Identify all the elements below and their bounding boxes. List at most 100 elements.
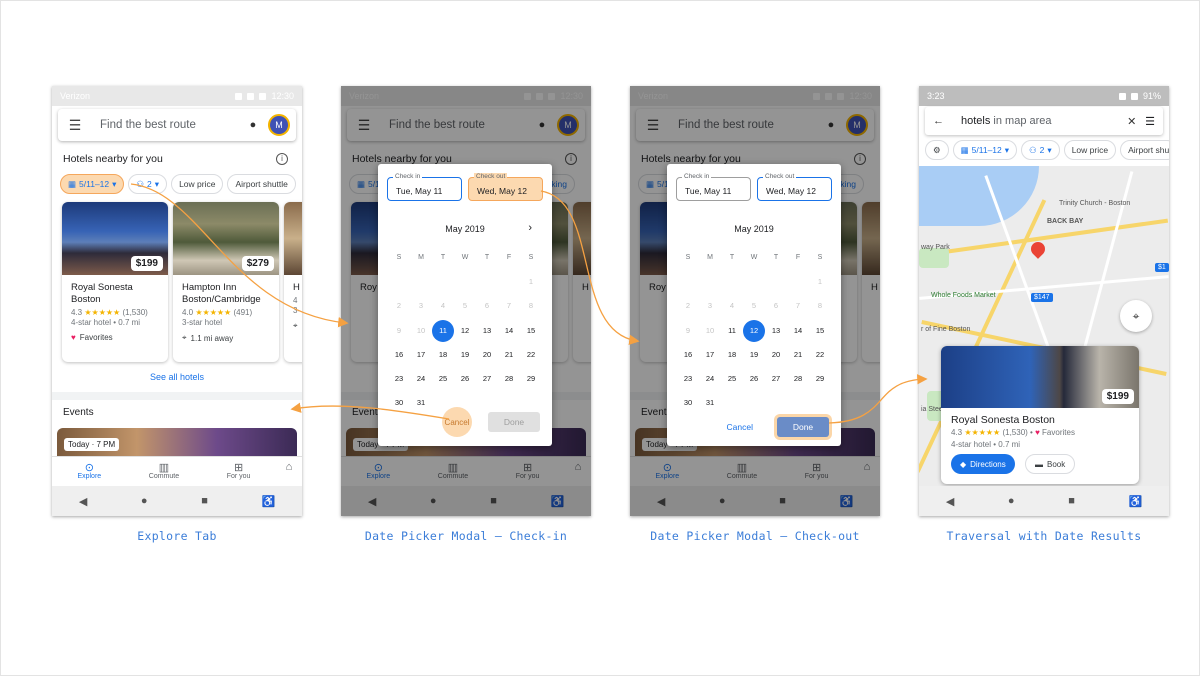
selected-day[interactable]: 12 xyxy=(743,319,765,343)
airport-shuttle-chip[interactable]: Airport shuttle xyxy=(227,174,296,194)
home-icon[interactable]: ● xyxy=(1008,495,1015,507)
calendar-day[interactable] xyxy=(721,391,743,415)
calendar-day[interactable]: 4 xyxy=(432,294,454,318)
cancel-button[interactable]: Cancel xyxy=(719,417,761,437)
chevron-right-icon[interactable]: › xyxy=(528,222,532,234)
book-button[interactable]: ▬ Book xyxy=(1025,454,1076,474)
calendar-day[interactable]: 3 xyxy=(699,294,721,318)
low-price-chip[interactable]: Low price xyxy=(171,174,224,194)
calendar-day[interactable]: 3 xyxy=(410,294,432,318)
date-chip[interactable]: ▦ 5/11–12 ▾ xyxy=(952,140,1018,160)
calendar-day[interactable] xyxy=(721,270,743,294)
calendar-day[interactable] xyxy=(765,391,787,415)
calendar-day[interactable]: 1 xyxy=(809,270,831,294)
filters-icon[interactable]: ⚙ xyxy=(925,140,949,160)
calendar-day[interactable]: 7 xyxy=(787,294,809,318)
see-all-hotels-link[interactable]: See all hotels xyxy=(52,372,302,382)
calendar-day[interactable]: 10 xyxy=(410,319,432,343)
search-bar[interactable]: ☰ Find the best route ● M xyxy=(58,109,296,141)
close-icon[interactable]: ✕ xyxy=(1127,115,1145,128)
calendar-day[interactable]: 22 xyxy=(520,343,542,367)
calendar-day[interactable]: 1 xyxy=(520,270,542,294)
check-out-field[interactable]: Check out Wed, May 12 xyxy=(757,173,832,201)
calendar-day[interactable]: 21 xyxy=(498,343,520,367)
hotel-result-card[interactable]: $199 Royal Sonesta Boston 4.3 ★★★★★ (1,5… xyxy=(941,346,1139,484)
calendar-day[interactable]: 18 xyxy=(721,343,743,367)
check-in-field[interactable]: Check in Tue, May 11 xyxy=(387,173,462,201)
calendar-day[interactable]: 17 xyxy=(699,343,721,367)
calendar-day[interactable]: 27 xyxy=(476,367,498,391)
search-bar[interactable]: ← hotels in map area ✕ ☰ xyxy=(925,107,1163,135)
calendar-day[interactable] xyxy=(476,270,498,294)
list-icon[interactable]: ☰ xyxy=(1145,115,1155,128)
date-chip[interactable]: ▦ 5/11–12 ▾ xyxy=(60,174,125,194)
calendar-day[interactable]: 31 xyxy=(410,391,432,415)
calendar-day[interactable]: 23 xyxy=(388,367,410,391)
calendar-day[interactable]: 2 xyxy=(388,294,410,318)
calendar-day[interactable]: 29 xyxy=(520,367,542,391)
done-button[interactable]: Done xyxy=(777,417,829,437)
calendar-day[interactable]: 6 xyxy=(476,294,498,318)
tab-explore[interactable]: ⊙ Explore xyxy=(52,457,127,486)
directions-button[interactable]: ◆ Directions xyxy=(951,454,1015,474)
calendar-day[interactable]: 25 xyxy=(721,367,743,391)
calendar-day[interactable]: 5 xyxy=(743,294,765,318)
check-out-field[interactable]: Check out Wed, May 12 xyxy=(468,173,543,201)
back-icon[interactable]: ◀ xyxy=(946,495,954,508)
calendar-day[interactable]: 15 xyxy=(809,319,831,343)
calendar-day[interactable] xyxy=(498,270,520,294)
calendar-day[interactable] xyxy=(787,270,809,294)
accessibility-icon[interactable]: ♿ xyxy=(1128,495,1142,508)
calendar-day[interactable]: 16 xyxy=(388,343,410,367)
calendar-day[interactable]: 18 xyxy=(432,343,454,367)
calendar-day[interactable]: 19 xyxy=(743,343,765,367)
avatar[interactable]: M xyxy=(268,114,290,136)
price-marker[interactable]: $147 xyxy=(1031,293,1053,302)
search-input[interactable]: hotels in map area xyxy=(953,115,1127,127)
tab-more[interactable]: ⌂ xyxy=(276,457,302,486)
back-icon[interactable]: ◀ xyxy=(79,495,87,508)
calendar-day[interactable] xyxy=(432,270,454,294)
calendar-day[interactable]: 6 xyxy=(765,294,787,318)
calendar-day[interactable]: 14 xyxy=(787,319,809,343)
calendar-day[interactable] xyxy=(787,391,809,415)
check-in-field[interactable]: Check in Tue, May 11 xyxy=(676,173,751,201)
calendar-day[interactable]: 20 xyxy=(765,343,787,367)
calendar-day[interactable]: 24 xyxy=(699,367,721,391)
calendar-day[interactable]: 24 xyxy=(410,367,432,391)
calendar-day[interactable]: 8 xyxy=(809,294,831,318)
calendar-day[interactable]: 31 xyxy=(699,391,721,415)
calendar-day[interactable]: 28 xyxy=(787,367,809,391)
search-input[interactable]: Find the best route xyxy=(86,119,244,131)
tab-commute[interactable]: ▥ Commute xyxy=(127,457,202,486)
calendar-day[interactable]: 9 xyxy=(388,319,410,343)
hotel-card[interactable]: $199 Royal Sonesta Boston 4.3 ★★★★★ (1,5… xyxy=(62,202,168,362)
calendar-day[interactable]: 5 xyxy=(454,294,476,318)
tab-for-you[interactable]: ⊞ For you xyxy=(201,457,276,486)
calendar-day[interactable] xyxy=(699,270,721,294)
calendar-day[interactable]: 27 xyxy=(765,367,787,391)
calendar-day[interactable] xyxy=(454,270,476,294)
calendar-day[interactable]: 13 xyxy=(476,319,498,343)
calendar-day[interactable] xyxy=(410,270,432,294)
guests-chip[interactable]: ⚇ 2 ▾ xyxy=(128,174,168,194)
calendar-day[interactable]: 26 xyxy=(743,367,765,391)
calendar-day[interactable]: 23 xyxy=(677,367,699,391)
hotel-card[interactable]: H & 4 3- ⌖ xyxy=(284,202,302,362)
menu-icon[interactable]: ☰ xyxy=(64,117,86,134)
calendar-day[interactable] xyxy=(743,391,765,415)
calendar-day[interactable]: 22 xyxy=(809,343,831,367)
recents-icon[interactable]: ■ xyxy=(201,495,208,507)
calendar-day[interactable]: 7 xyxy=(498,294,520,318)
low-price-chip[interactable]: Low price xyxy=(1063,140,1117,160)
calendar-day[interactable]: 20 xyxy=(476,343,498,367)
calendar-day[interactable]: 10 xyxy=(699,319,721,343)
calendar-day[interactable]: 13 xyxy=(765,319,787,343)
calendar-day[interactable]: 30 xyxy=(388,391,410,415)
calendar-day[interactable] xyxy=(743,270,765,294)
calendar-day[interactable]: 17 xyxy=(410,343,432,367)
map-pin-icon[interactable] xyxy=(1028,239,1048,259)
hotel-card[interactable]: $279 Hampton Inn Boston/Cambridge 4.0 ★★… xyxy=(173,202,279,362)
calendar-day[interactable]: 19 xyxy=(454,343,476,367)
info-icon[interactable]: i xyxy=(276,153,288,165)
